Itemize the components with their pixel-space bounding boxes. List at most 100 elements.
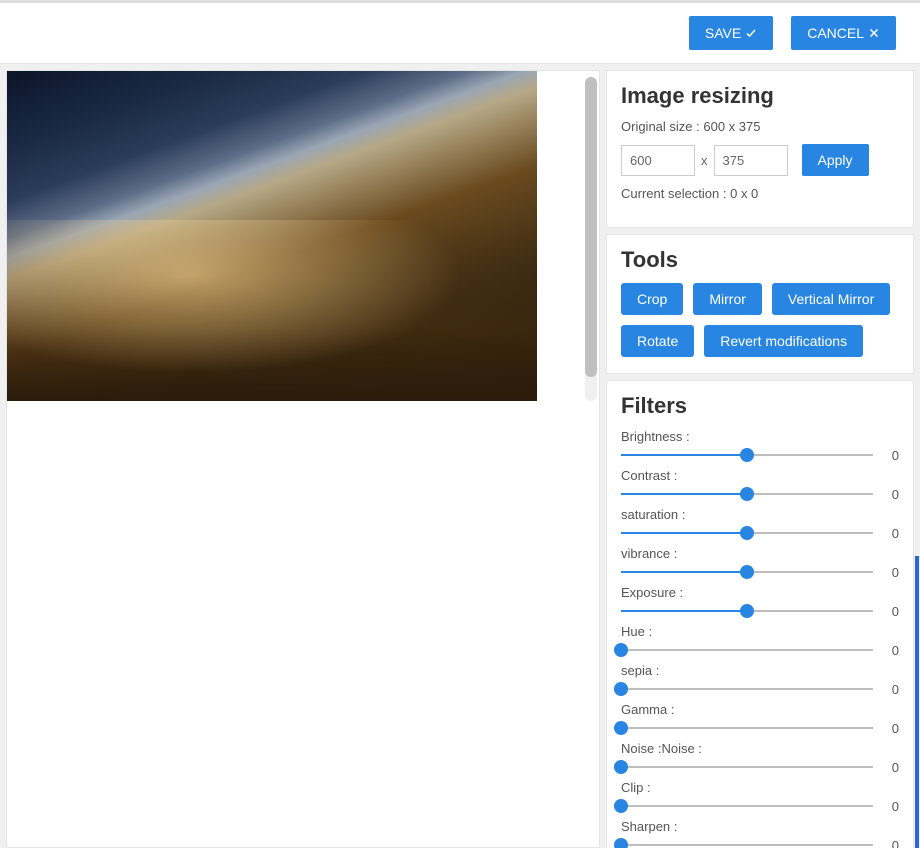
slider-row: 0: [621, 797, 899, 815]
width-input[interactable]: [621, 145, 695, 176]
filter-slider[interactable]: [621, 524, 873, 542]
filter-item: vibrance : 0: [621, 546, 899, 581]
slider-row: 0: [621, 563, 899, 581]
filter-item: Contrast : 0: [621, 468, 899, 503]
side-panels: Image resizing Original size : 600 x 375…: [606, 70, 920, 848]
tools-button-row: Crop Mirror Vertical Mirror Rotate Rever…: [621, 283, 899, 357]
slider-thumb[interactable]: [614, 682, 628, 696]
slider-value: 0: [883, 448, 899, 463]
cancel-button-label: CANCEL: [807, 25, 864, 41]
filter-label: saturation :: [621, 507, 899, 522]
rotate-button[interactable]: Rotate: [621, 325, 694, 357]
slider-value: 0: [883, 643, 899, 658]
filter-item: Gamma : 0: [621, 702, 899, 737]
tools-title: Tools: [621, 247, 899, 273]
tools-panel: Tools Crop Mirror Vertical Mirror Rotate…: [606, 234, 914, 374]
slider-fill: [621, 493, 747, 495]
slider-thumb[interactable]: [614, 643, 628, 657]
slider-track: [621, 649, 873, 651]
revert-button[interactable]: Revert modifications: [704, 325, 863, 357]
filter-label: Exposure :: [621, 585, 899, 600]
filter-item: Noise :Noise :0: [621, 741, 899, 776]
filter-label: Sharpen :: [621, 819, 899, 834]
slider-row: 0: [621, 524, 899, 542]
height-input[interactable]: [714, 145, 788, 176]
slider-row: 0: [621, 446, 899, 464]
filter-slider[interactable]: [621, 641, 873, 659]
slider-value: 0: [883, 760, 899, 775]
filter-item: Sharpen : 0: [621, 819, 899, 848]
vertical-mirror-button[interactable]: Vertical Mirror: [772, 283, 890, 315]
filter-item: sepia : 0: [621, 663, 899, 698]
image-preview[interactable]: [7, 71, 537, 401]
cancel-button[interactable]: CANCEL: [791, 16, 896, 50]
top-toolbar: SAVE CANCEL: [0, 0, 920, 64]
filter-label: Brightness :: [621, 429, 899, 444]
filter-slider[interactable]: [621, 446, 873, 464]
slider-track: [621, 727, 873, 729]
filter-slider[interactable]: [621, 602, 873, 620]
filter-label: sepia :: [621, 663, 899, 678]
filter-slider[interactable]: [621, 485, 873, 503]
slider-thumb[interactable]: [740, 565, 754, 579]
filter-item: Exposure : 0: [621, 585, 899, 620]
slider-value: 0: [883, 838, 899, 848]
size-inputs-row: x Apply: [621, 144, 899, 176]
slider-thumb[interactable]: [740, 526, 754, 540]
slider-thumb[interactable]: [614, 838, 628, 848]
original-size-label: Original size : 600 x 375: [621, 119, 899, 134]
slider-thumb[interactable]: [740, 448, 754, 462]
filter-slider[interactable]: [621, 719, 873, 737]
slider-thumb[interactable]: [740, 604, 754, 618]
slider-value: 0: [883, 799, 899, 814]
canvas-scrollbar-thumb[interactable]: [585, 77, 597, 377]
current-selection-label: Current selection : 0 x 0: [621, 186, 899, 201]
filter-item: Hue :0: [621, 624, 899, 659]
slider-row: 0: [621, 680, 899, 698]
slider-value: 0: [883, 721, 899, 736]
slider-value: 0: [883, 526, 899, 541]
mirror-button[interactable]: Mirror: [693, 283, 762, 315]
resize-title: Image resizing: [621, 83, 899, 109]
main-area: Image resizing Original size : 600 x 375…: [0, 64, 920, 848]
slider-track: [621, 844, 873, 846]
close-icon: [868, 27, 880, 39]
slider-thumb[interactable]: [614, 760, 628, 774]
slider-track: [621, 805, 873, 807]
filter-slider[interactable]: [621, 836, 873, 848]
apply-resize-button[interactable]: Apply: [802, 144, 869, 176]
image-canvas-panel: [6, 70, 600, 848]
filter-slider[interactable]: [621, 758, 873, 776]
right-scroll-indicator[interactable]: [915, 556, 919, 848]
slider-fill: [621, 571, 747, 573]
resize-panel: Image resizing Original size : 600 x 375…: [606, 70, 914, 228]
slider-row: 0: [621, 836, 899, 848]
slider-row: 0: [621, 485, 899, 503]
filter-slider[interactable]: [621, 680, 873, 698]
filter-slider[interactable]: [621, 563, 873, 581]
filters-title: Filters: [621, 393, 899, 419]
slider-value: 0: [883, 604, 899, 619]
slider-fill: [621, 454, 747, 456]
size-separator: x: [701, 153, 708, 168]
slider-thumb[interactable]: [740, 487, 754, 501]
filter-label: Clip :: [621, 780, 899, 795]
slider-row: 0: [621, 602, 899, 620]
slider-fill: [621, 532, 747, 534]
filter-item: saturation : 0: [621, 507, 899, 542]
slider-thumb[interactable]: [614, 721, 628, 735]
slider-track: [621, 688, 873, 690]
slider-value: 0: [883, 487, 899, 502]
slider-thumb[interactable]: [614, 799, 628, 813]
save-button[interactable]: SAVE: [689, 16, 773, 50]
filter-label: Gamma :: [621, 702, 899, 717]
slider-row: 0: [621, 719, 899, 737]
slider-value: 0: [883, 682, 899, 697]
filter-item: Brightness : 0: [621, 429, 899, 464]
crop-button[interactable]: Crop: [621, 283, 683, 315]
save-button-label: SAVE: [705, 25, 741, 41]
filter-slider[interactable]: [621, 797, 873, 815]
filter-label: vibrance :: [621, 546, 899, 561]
slider-row: 0: [621, 758, 899, 776]
filter-label: Contrast :: [621, 468, 899, 483]
